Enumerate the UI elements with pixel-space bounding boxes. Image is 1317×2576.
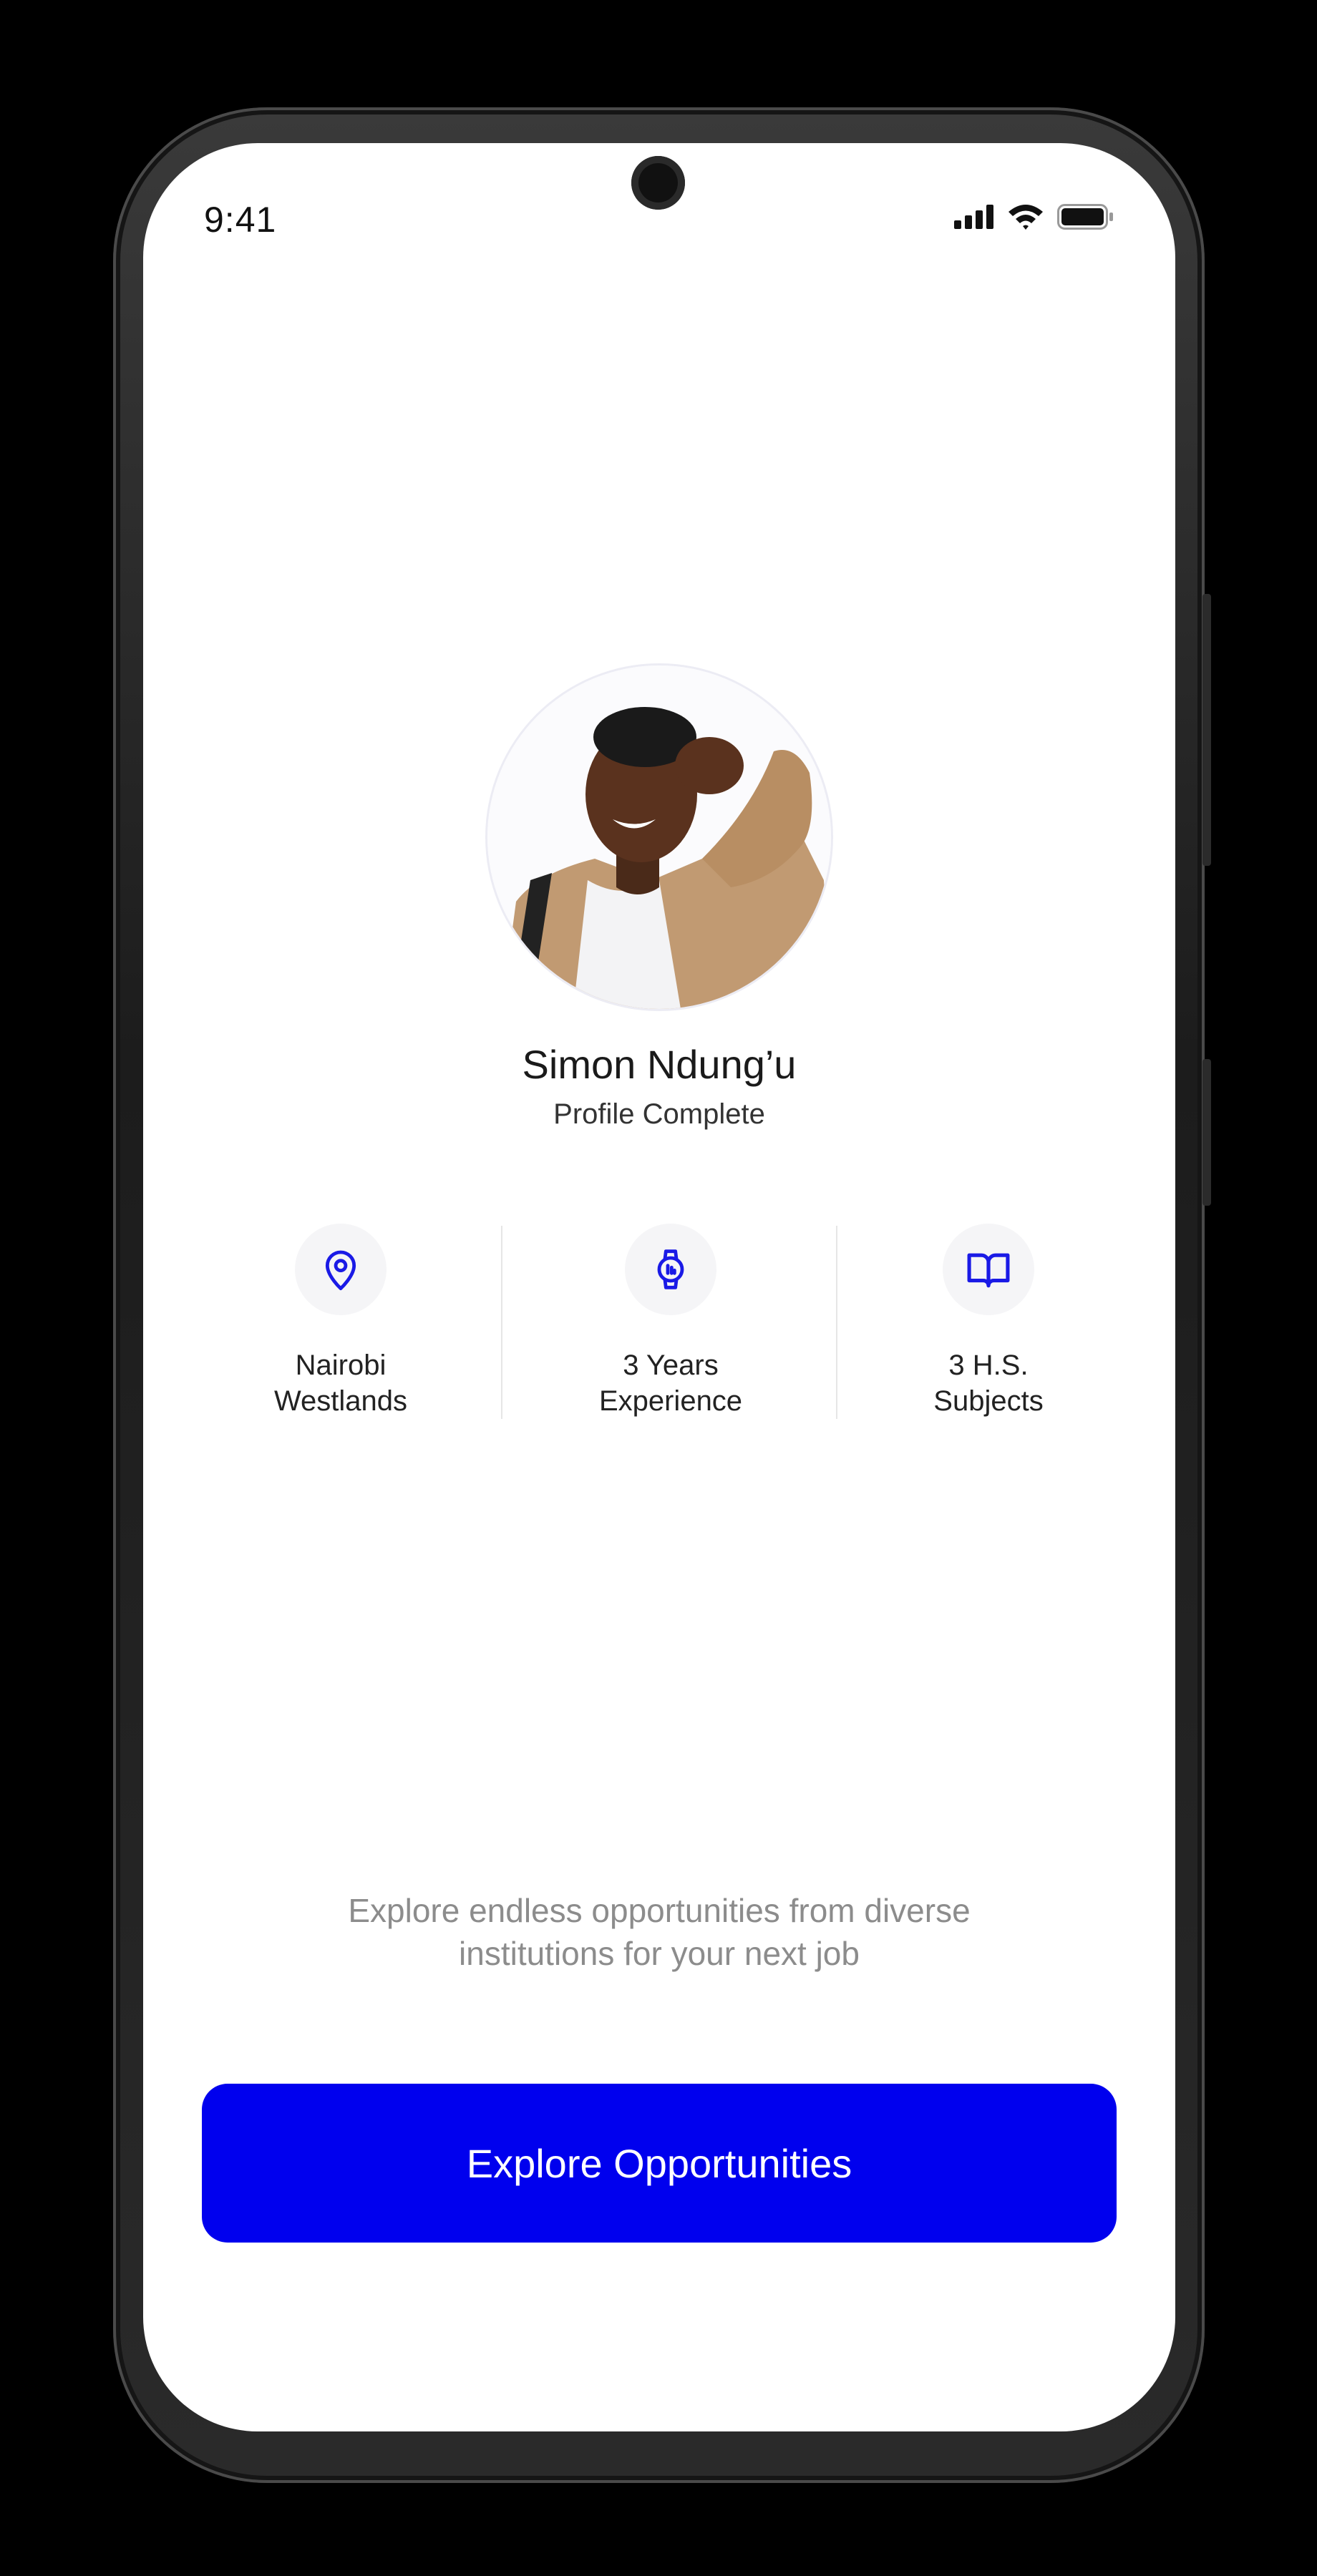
stat-divider — [501, 1226, 502, 1419]
tagline-text: Explore endless opportunities from diver… — [348, 1892, 971, 1972]
stat-experience-line2: Experience — [598, 1385, 743, 1417]
cellular-signal-icon — [954, 205, 993, 229]
explore-opportunities-button[interactable]: Explore Opportunities — [202, 2084, 1117, 2243]
side-button-power — [1202, 1059, 1211, 1206]
app-screen: 9:41 Simon Ndung’u Profile Complete Nair… — [143, 143, 1175, 2431]
stat-location-line1: Nairobi — [295, 1350, 387, 1381]
stat-subjects-line1: 3 H.S. — [948, 1350, 1029, 1381]
location-pin-icon — [325, 1250, 356, 1291]
stat-location: Nairobi Westlands — [198, 1224, 484, 1419]
stat-divider — [836, 1226, 837, 1419]
profile-stats: Nairobi Westlands 3 Years Experience 3 H… — [143, 1224, 1175, 1417]
status-icons — [954, 203, 1114, 230]
stat-experience: 3 Years Experience — [528, 1224, 814, 1419]
stat-subjects: 3 H.S. Subjects — [845, 1224, 1132, 1419]
person-photo — [487, 665, 831, 1009]
profile-name: Simon Ndung’u — [522, 1042, 797, 1087]
profile-avatar — [487, 665, 831, 1009]
open-book-icon — [967, 1253, 1010, 1288]
wifi-icon — [1009, 205, 1043, 230]
profile-status: Profile Complete — [553, 1098, 765, 1130]
side-button-volume — [1202, 594, 1211, 866]
smartwatch-icon — [657, 1249, 684, 1289]
stat-location-line2: Westlands — [273, 1385, 407, 1417]
stat-subjects-line2: Subjects — [933, 1385, 1044, 1417]
stat-experience-line1: 3 Years — [623, 1350, 719, 1381]
battery-icon — [1057, 204, 1113, 230]
front-camera — [631, 156, 685, 210]
status-time: 9:41 — [204, 200, 277, 240]
